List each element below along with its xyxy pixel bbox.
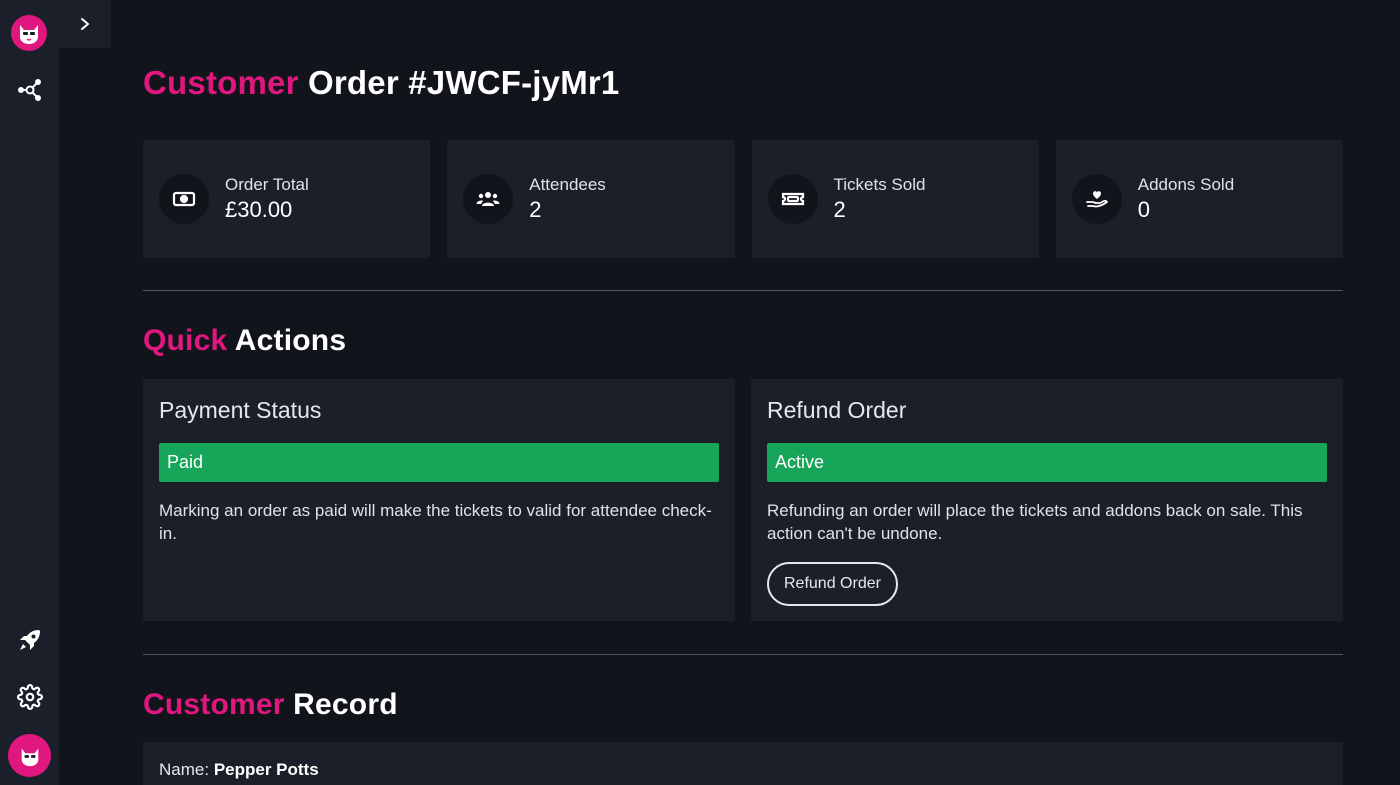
stat-label: Addons Sold [1137, 175, 1235, 194]
stat-card-addons-sold: Addons Sold 0 [1055, 140, 1343, 258]
stat-label: Attendees [529, 175, 606, 194]
stat-value: £30.00 [225, 197, 293, 222]
brand-logo[interactable] [11, 15, 47, 51]
customer-name-label: Name: [159, 760, 210, 779]
stats-row: Order Total £30.00 Attendees 2 Tickets S… [143, 140, 1343, 258]
stat-card-order-total: Order Total £30.00 [143, 140, 431, 258]
ticket-icon [767, 174, 818, 224]
nodes-icon[interactable] [14, 74, 46, 106]
stat-value: 2 [833, 197, 846, 222]
stat-value: 0 [1137, 197, 1150, 222]
rocket-icon[interactable] [14, 624, 46, 656]
customer-name-value: Pepper Potts [213, 760, 319, 779]
page-title-accent: Customer [143, 64, 299, 101]
refund-order-description: Refunding an order will place the ticket… [767, 501, 1303, 543]
customer-record-card: Name: Pepper Potts [143, 742, 1343, 785]
gear-icon[interactable] [14, 681, 46, 713]
page-title: Customer Order #JWCF-jyMr1 [143, 64, 620, 102]
user-avatar[interactable] [8, 734, 51, 777]
stat-card-attendees: Attendees 2 [447, 140, 735, 258]
stat-label: Tickets Sold [833, 175, 926, 194]
cat-logo-icon [20, 25, 38, 44]
customer-record-heading-rest: Record [293, 688, 398, 721]
refund-order-card: Refund Order Active Refunding an order w… [751, 379, 1343, 621]
refund-order-button[interactable]: Refund Order [767, 562, 898, 606]
quick-actions-heading-rest: Actions [234, 324, 347, 357]
payment-status-title: Payment Status [159, 397, 322, 423]
payment-status-select[interactable]: Paid [159, 443, 719, 482]
payment-status-card: Payment Status Paid Marking an order as … [143, 379, 735, 621]
page-title-rest: Order #JWCF-jyMr1 [308, 64, 620, 101]
stat-label: Order Total [225, 175, 309, 194]
customer-record-heading-accent: Customer [143, 688, 285, 721]
quick-actions-heading: Quick Actions [143, 324, 346, 358]
heart-hand-icon [1071, 174, 1122, 224]
chevron-right-icon [81, 18, 89, 30]
sidebar-expand-button[interactable] [59, 0, 111, 48]
users-icon [463, 174, 514, 224]
payment-status-description: Marking an order as paid will make the t… [159, 501, 712, 543]
refund-order-title: Refund Order [767, 397, 907, 423]
quick-actions-heading-accent: Quick [143, 324, 228, 357]
refund-status-select[interactable]: Active [767, 443, 1327, 482]
stat-card-tickets-sold: Tickets Sold 2 [751, 140, 1039, 258]
customer-record-heading: Customer Record [143, 688, 398, 722]
divider [143, 290, 1343, 291]
money-icon [159, 174, 209, 224]
sidebar [0, 0, 59, 785]
app: Customer Order #JWCF-jyMr1 Order Total £… [0, 0, 1400, 785]
stat-value: 2 [529, 197, 542, 222]
quick-actions: Payment Status Paid Marking an order as … [143, 379, 1343, 621]
cat-avatar-icon [21, 748, 38, 766]
divider [143, 654, 1343, 655]
